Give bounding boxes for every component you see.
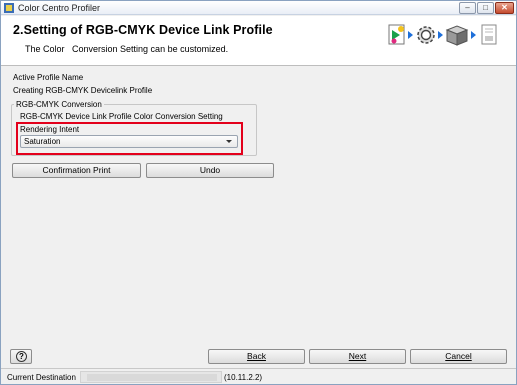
destination-name-field [80, 371, 222, 383]
active-profile-value: Creating RGB-CMYK Devicelink Profile [13, 86, 153, 95]
next-button[interactable]: Next [309, 349, 406, 364]
app-window: Color Centro Profiler – □ ✕ 2.Setting of… [0, 0, 517, 385]
current-destination-label: Current Destination [7, 373, 76, 382]
printer-box-icon [445, 25, 469, 46]
page-subtitle: The Color Conversion Setting can be cust… [25, 44, 229, 54]
status-bar: Current Destination (10.11.2.2) [1, 368, 516, 384]
app-icon [4, 3, 14, 13]
gear-icon [417, 26, 435, 44]
next-label: Next [348, 351, 367, 361]
document-color-icon [388, 24, 405, 45]
step-arrow-icon [408, 31, 413, 39]
conversion-setting-label: RGB-CMYK Device Link Profile Color Conve… [20, 112, 223, 121]
active-profile-label: Active Profile Name [13, 73, 84, 82]
rendering-intent-select[interactable]: Saturation [20, 135, 238, 148]
help-button[interactable]: ? [10, 349, 32, 364]
redacted-value [87, 374, 217, 381]
close-button[interactable]: ✕ [495, 2, 514, 14]
cancel-button[interactable]: Cancel [410, 349, 507, 364]
page-title: 2.Setting of RGB-CMYK Device Link Profil… [13, 23, 273, 37]
maximize-button[interactable]: □ [477, 2, 494, 14]
confirmation-print-button[interactable]: Confirmation Print [12, 163, 141, 178]
rendering-intent-value: Saturation [24, 137, 61, 146]
title-bar: Color Centro Profiler – □ ✕ [1, 1, 516, 15]
chevron-down-icon [226, 140, 232, 143]
cancel-label: Cancel [445, 351, 472, 361]
document-icon [481, 24, 497, 45]
destination-ip: (10.11.2.2) [224, 373, 263, 382]
step-arrow-icon [438, 31, 443, 39]
group-legend: RGB-CMYK Conversion [14, 100, 104, 109]
undo-button[interactable]: Undo [146, 163, 274, 178]
minimize-button[interactable]: – [459, 2, 476, 14]
wizard-header: 2.Setting of RGB-CMYK Device Link Profil… [1, 16, 516, 66]
window-title: Color Centro Profiler [18, 3, 101, 13]
rendering-intent-label: Rendering Intent [20, 125, 80, 134]
help-icon: ? [16, 351, 27, 362]
step-arrow-icon [471, 31, 476, 39]
back-label: Back [247, 351, 266, 361]
back-button[interactable]: Back [208, 349, 305, 364]
wizard-steps [387, 22, 505, 46]
